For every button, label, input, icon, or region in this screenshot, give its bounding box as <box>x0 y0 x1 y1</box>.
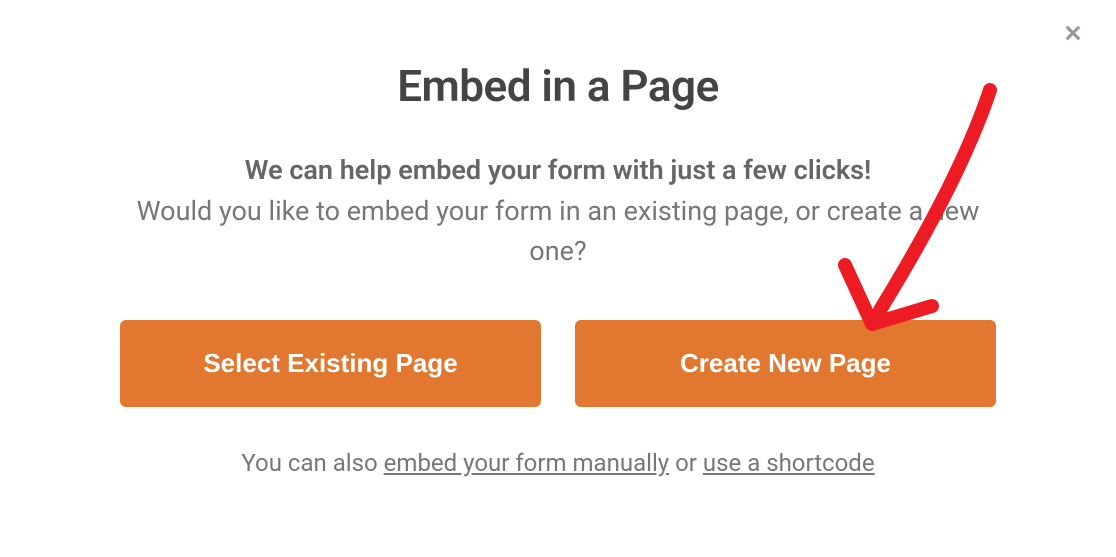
button-row: Select Existing Page Create New Page <box>120 320 996 407</box>
create-new-page-button[interactable]: Create New Page <box>575 320 996 407</box>
use-shortcode-link[interactable]: use a shortcode <box>703 449 875 477</box>
modal-description-rest: Would you like to embed your form in an … <box>137 195 980 268</box>
footer-middle: or <box>669 449 703 477</box>
embed-modal: Embed in a Page We can help embed your f… <box>0 0 1116 557</box>
footer-prefix: You can also <box>241 449 383 477</box>
select-existing-page-button[interactable]: Select Existing Page <box>120 320 541 407</box>
embed-manually-link[interactable]: embed your form manually <box>384 449 669 477</box>
footer-text: You can also embed your form manually or… <box>120 449 996 477</box>
modal-description-bold: We can help embed your form with just a … <box>245 154 871 186</box>
modal-description: We can help embed your form with just a … <box>120 150 996 272</box>
close-icon <box>1062 32 1084 47</box>
modal-title: Embed in a Page <box>120 60 996 112</box>
close-button[interactable] <box>1058 18 1088 51</box>
